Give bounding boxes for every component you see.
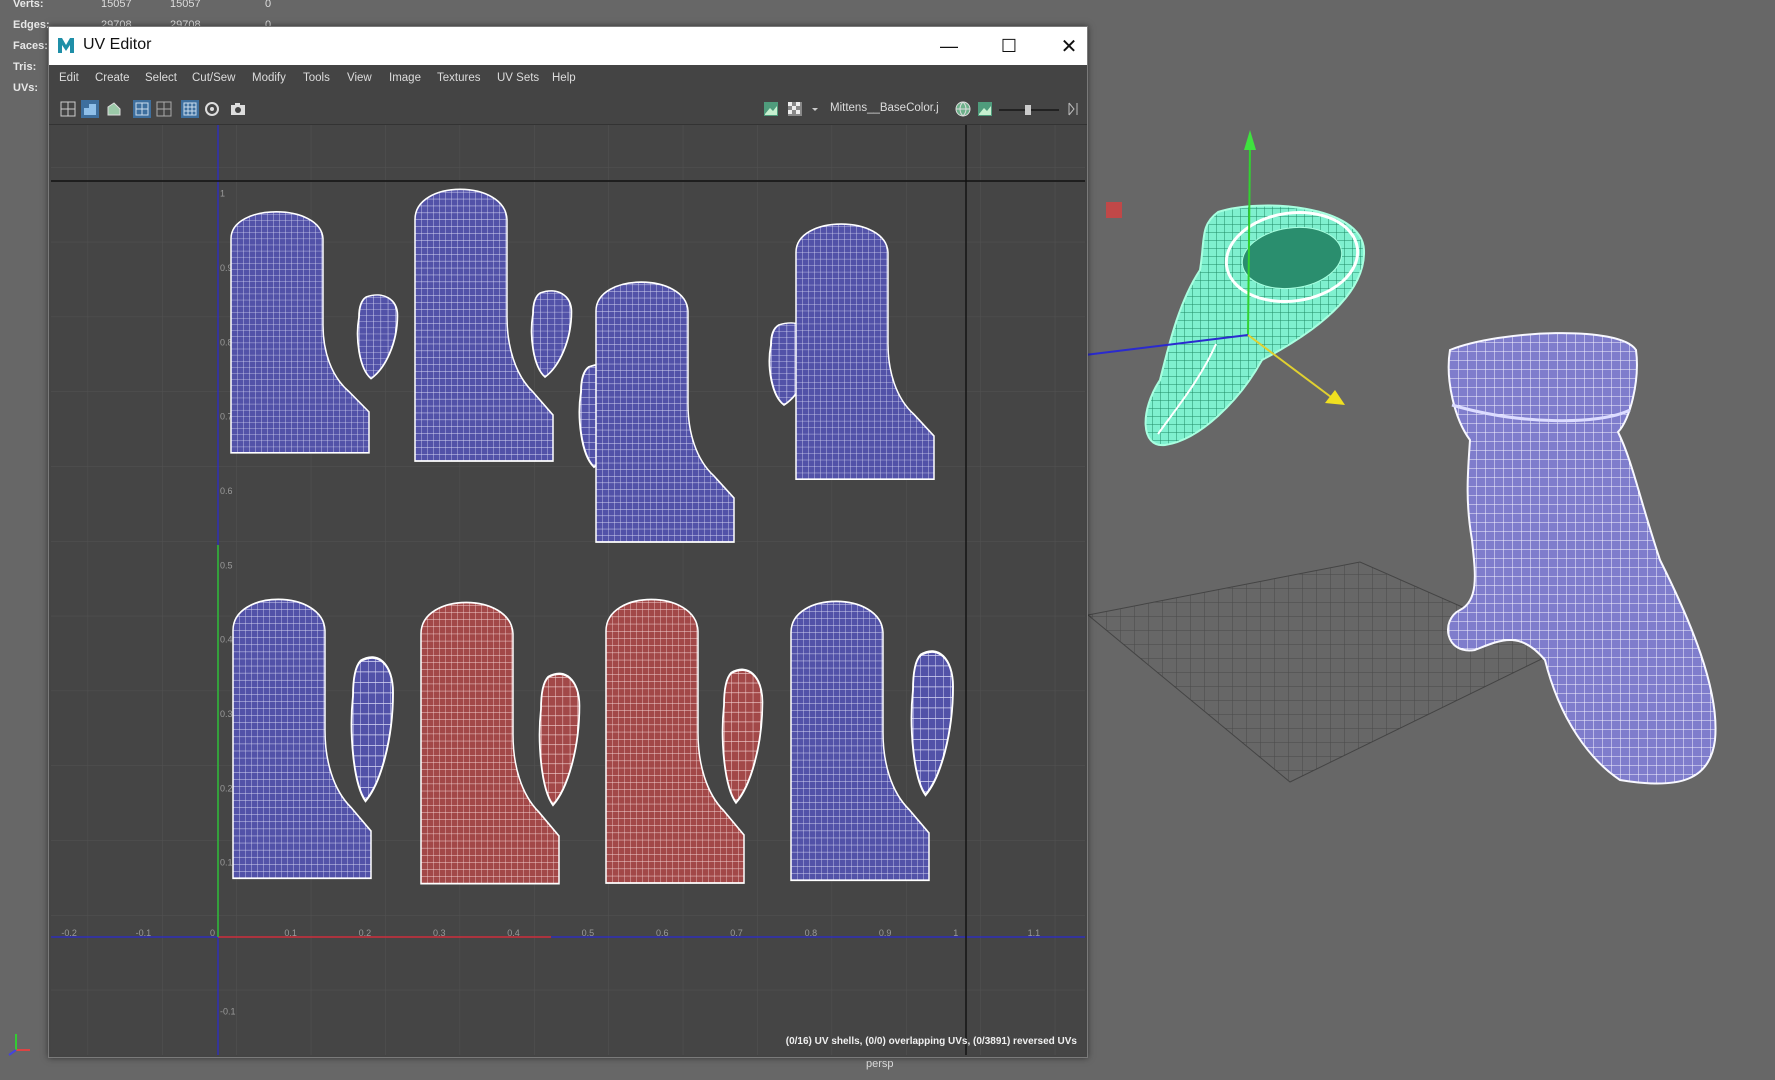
menu-select[interactable]: Select <box>145 72 177 84</box>
selected-mitten-mesh <box>1144 204 1366 447</box>
chevron-down-icon[interactable] <box>806 100 824 118</box>
menu-uv-sets[interactable]: UV Sets <box>497 72 539 84</box>
y-tick-label: 0.4 <box>220 635 233 645</box>
uv-distortion-icon[interactable] <box>81 100 99 118</box>
exposure-slider[interactable] <box>999 105 1059 115</box>
uv-grid-view[interactable]: -0.2 -0.1 0 0.1 0.2 0.3 0.4 0.5 0.6 0.7 0.8 0.9 1 1.1… <box>51 125 1085 1055</box>
texture-borders-icon[interactable] <box>105 100 123 118</box>
window-titlebar[interactable]: UV Editor — ☐ ✕ <box>49 27 1087 65</box>
y-tick-label: -0.1 <box>220 1006 236 1016</box>
checkered-icon[interactable] <box>786 100 804 118</box>
hud-label: Faces: <box>13 40 48 52</box>
mitten-mesh <box>1447 332 1717 785</box>
snap-icon[interactable] <box>203 100 221 118</box>
close-button[interactable]: ✕ <box>1039 27 1099 65</box>
exposure-icon[interactable] <box>976 100 994 118</box>
camera-label: persp <box>866 1058 894 1070</box>
y-tick-label: 0.2 <box>220 783 233 793</box>
hud-label: Tris: <box>13 61 37 73</box>
grid-display-icon[interactable] <box>181 100 199 118</box>
hud-value: 15057 <box>170 0 201 10</box>
uv-toolbar: Mittens__BaseColor.j <box>49 93 1087 125</box>
menu-help[interactable]: Help <box>552 72 576 84</box>
menu-view[interactable]: View <box>347 72 372 84</box>
hud-label: UVs: <box>13 82 39 94</box>
light-locator-icon <box>1106 202 1122 218</box>
y-tick-label: 0.6 <box>220 486 233 496</box>
menu-create[interactable]: Create <box>95 72 130 84</box>
maya-logo-icon <box>57 35 75 55</box>
hud-label: Edges: <box>13 19 50 31</box>
texture-name-label[interactable]: Mittens__BaseColor.j <box>830 102 939 114</box>
menu-tools[interactable]: Tools <box>303 72 330 84</box>
maya-workspace: Verts: 15057 15057 0 Edges: 29708 29708 … <box>0 0 1775 1080</box>
y-tick-label: 0.3 <box>220 709 233 719</box>
hud-value: 15057 <box>101 0 132 10</box>
uv-status-line: (0/16) UV shells, (0/0) overlapping UVs,… <box>785 1036 1077 1047</box>
window-title: UV Editor <box>83 36 152 53</box>
menu-modify[interactable]: Modify <box>252 72 286 84</box>
uv-texture-canvas[interactable]: -0.2 -0.1 0 0.1 0.2 0.3 0.4 0.5 0.6 0.7 0.8 0.9 1 1.1… <box>51 125 1085 1055</box>
snapshot-camera-icon[interactable] <box>229 100 247 118</box>
y-tick-label: 0.1 <box>220 858 233 868</box>
hud-value: 0 <box>265 0 272 10</box>
shaded-uv-icon[interactable] <box>133 100 151 118</box>
hud-row-verts: Verts: 15057 15057 0 <box>13 0 283 15</box>
maximize-button[interactable]: ☐ <box>979 27 1039 65</box>
globe-icon[interactable] <box>954 100 972 118</box>
world-axis-icon <box>8 1034 30 1056</box>
hud-label: Verts: <box>13 0 44 10</box>
menu-edit[interactable]: Edit <box>59 72 79 84</box>
y-tick-label: 1 <box>220 189 225 199</box>
y-tick-label: 0.5 <box>220 560 233 570</box>
minimize-button[interactable]: — <box>919 27 979 65</box>
image-display-icon[interactable] <box>762 100 780 118</box>
menu-textures[interactable]: Textures <box>437 72 480 84</box>
toolbar-expand-icon[interactable] <box>1064 100 1082 118</box>
menu-bar: Edit Create Select Cut/Sew Modify Tools … <box>49 65 1087 93</box>
uv-editor-window[interactable]: UV Editor — ☐ ✕ Edit Create Select Cut/S… <box>48 26 1088 1058</box>
checker-map-icon[interactable] <box>155 100 173 118</box>
menu-cut-sew[interactable]: Cut/Sew <box>192 72 235 84</box>
menu-image[interactable]: Image <box>389 72 421 84</box>
uv-lattice-icon[interactable] <box>59 100 77 118</box>
